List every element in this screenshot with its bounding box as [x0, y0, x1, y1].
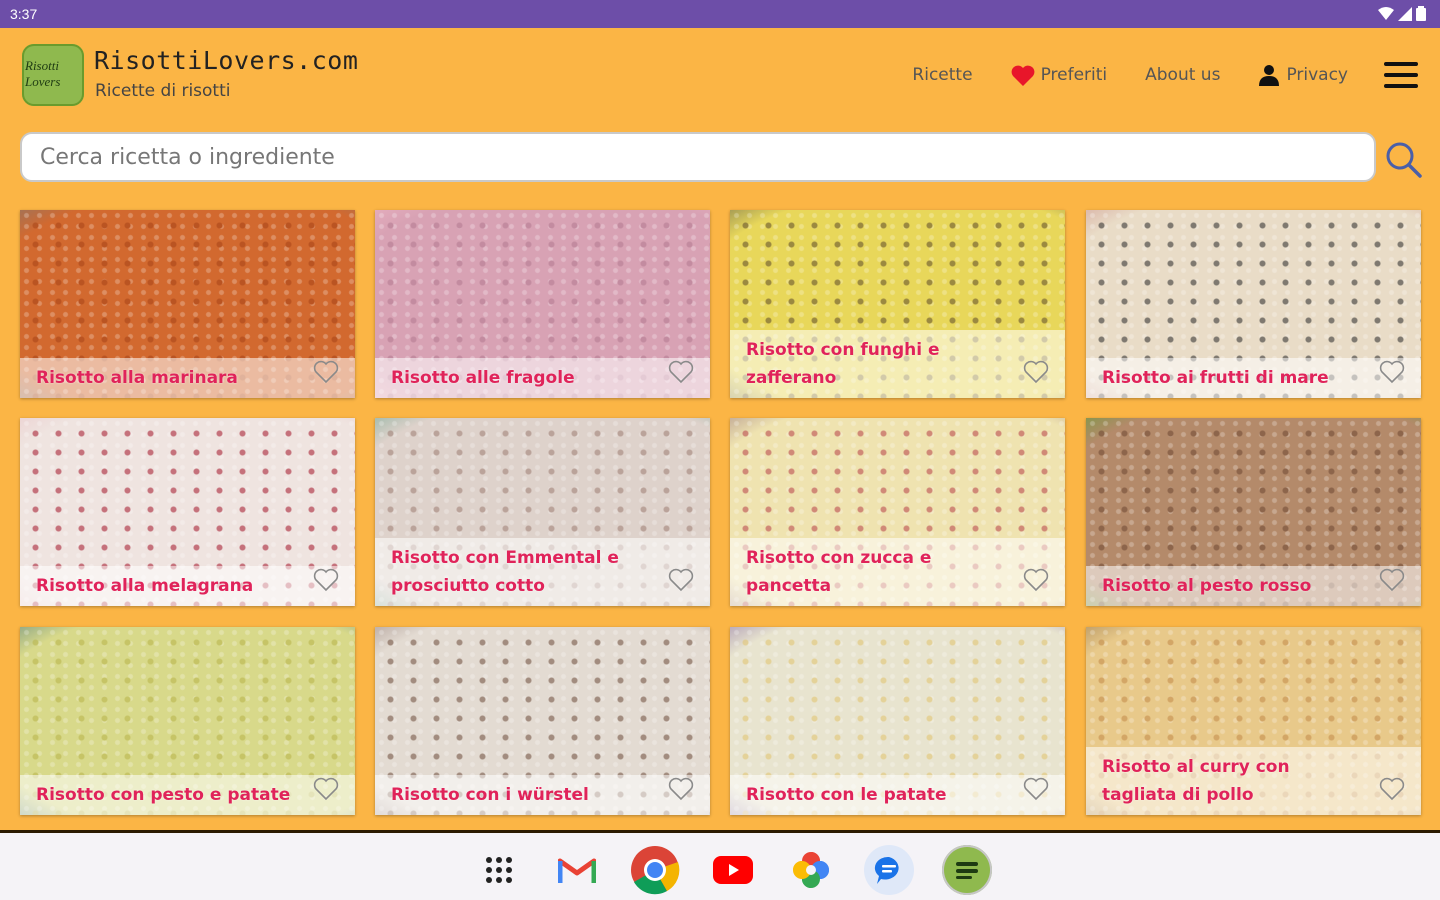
recipe-card[interactable]: Risotto con funghi e zafferano [730, 210, 1065, 398]
recipe-caption: Risotto alle fragole [375, 358, 710, 398]
nav-privacy[interactable]: Privacy [1258, 64, 1348, 86]
search-box [20, 132, 1376, 182]
youtube-icon[interactable] [708, 845, 758, 895]
hamburger-menu-icon[interactable] [1384, 62, 1418, 90]
signal-icon [1398, 6, 1412, 21]
recipe-caption: Risotto ai frutti di mare [1086, 358, 1421, 398]
recipe-title: Risotto con funghi e zafferano [746, 340, 940, 388]
recipe-caption: Risotto con i würstel [375, 775, 710, 815]
heart-icon [1011, 65, 1034, 86]
favorite-heart-icon[interactable] [1023, 360, 1049, 384]
recipe-card[interactable]: Risotto al pesto rosso [1086, 418, 1421, 606]
favorite-heart-icon[interactable] [313, 568, 339, 592]
recipe-title: Risotto con i würstel [391, 785, 589, 805]
recipe-title: Risotto al pesto rosso [1102, 576, 1312, 596]
status-icons [1378, 6, 1426, 21]
chrome-icon[interactable] [630, 845, 680, 895]
logo-text-line2: Lovers [25, 74, 61, 89]
recipe-caption: Risotto al curry con tagliata di pollo [1086, 747, 1421, 815]
recipe-card[interactable]: Risotto con zucca e pancetta [730, 418, 1065, 606]
favorite-heart-icon[interactable] [1379, 568, 1405, 592]
recipe-title: Risotto alle fragole [391, 368, 575, 388]
recipe-title: Risotto alla melagrana [36, 576, 254, 596]
favorite-heart-icon[interactable] [313, 777, 339, 801]
favorite-heart-icon[interactable] [1023, 568, 1049, 592]
risottilovers-app-icon[interactable] [942, 845, 992, 895]
recipe-title: Risotto con zucca e pancetta [746, 548, 932, 596]
recipe-title: Risotto con Emmental e prosciutto cotto [391, 548, 619, 596]
battery-icon [1416, 6, 1426, 21]
photos-icon[interactable] [786, 845, 836, 895]
recipe-caption: Risotto alla melagrana [20, 566, 355, 606]
recipe-card[interactable]: Risotto alla marinara [20, 210, 355, 398]
recipe-card[interactable]: Risotto alle fragole [375, 210, 710, 398]
favorite-heart-icon[interactable] [1379, 360, 1405, 384]
status-bar: 3:37 [0, 0, 1440, 28]
nav-favorites[interactable]: Preferiti [1011, 65, 1108, 86]
recipe-caption: Risotto al pesto rosso [1086, 566, 1421, 606]
recipe-title: Risotto al curry con tagliata di pollo [1102, 757, 1290, 805]
nav-favorites-label: Preferiti [1040, 65, 1108, 85]
status-time: 3:37 [10, 6, 38, 22]
recipe-card[interactable]: Risotto al curry con tagliata di pollo [1086, 627, 1421, 815]
recipe-title: Risotto con le patate [746, 785, 947, 805]
recipe-card[interactable]: Risotto con le patate [730, 627, 1065, 815]
nav-about-label: About us [1145, 65, 1221, 85]
site-subtitle: Ricette di risotti [95, 81, 231, 101]
favorite-heart-icon[interactable] [313, 360, 339, 384]
favorite-heart-icon[interactable] [1023, 777, 1049, 801]
nav-privacy-label: Privacy [1286, 65, 1348, 85]
recipe-card[interactable]: Risotto con pesto e patate [20, 627, 355, 815]
top-nav: Ricette Preferiti About us Privacy [912, 64, 1348, 86]
nav-about[interactable]: About us [1145, 65, 1220, 85]
recipe-card[interactable]: Risotto ai frutti di mare [1086, 210, 1421, 398]
nav-recipes-label: Ricette [912, 65, 973, 85]
gmail-icon[interactable] [552, 845, 602, 895]
recipe-card[interactable]: Risotto alla melagrana [20, 418, 355, 606]
user-icon [1259, 65, 1280, 86]
recipe-card[interactable]: Risotto con i würstel [375, 627, 710, 815]
search-input[interactable] [22, 134, 1374, 180]
favorite-heart-icon[interactable] [668, 568, 694, 592]
favorite-heart-icon[interactable] [1379, 777, 1405, 801]
wifi-icon [1378, 6, 1394, 20]
recipe-caption: Risotto con zucca e pancetta [730, 538, 1065, 606]
recipe-caption: Risotto con funghi e zafferano [730, 330, 1065, 398]
nav-recipes[interactable]: Ricette [912, 65, 972, 85]
favorite-heart-icon[interactable] [668, 777, 694, 801]
favorite-heart-icon[interactable] [668, 360, 694, 384]
recipe-caption: Risotto alla marinara [20, 358, 355, 398]
site-title[interactable]: RisottiLovers.com [94, 46, 358, 75]
recipe-caption: Risotto con pesto e patate [20, 775, 355, 815]
app-dock [474, 845, 992, 895]
site-logo[interactable]: Risotti Lovers [22, 44, 84, 106]
recipe-caption: Risotto con Emmental e prosciutto cotto [375, 538, 710, 606]
recipe-title: Risotto alla marinara [36, 368, 238, 388]
app-header: Risotti Lovers RisottiLovers.com Ricette… [0, 28, 1440, 128]
app-drawer-icon[interactable] [474, 845, 524, 895]
system-taskbar [0, 830, 1440, 900]
recipe-caption: Risotto con le patate [730, 775, 1065, 815]
messages-icon[interactable] [864, 845, 914, 895]
search-icon[interactable] [1384, 140, 1424, 180]
logo-text-line1: Risotti [25, 58, 59, 73]
recipe-card[interactable]: Risotto con Emmental e prosciutto cotto [375, 418, 710, 606]
recipe-title: Risotto ai frutti di mare [1102, 368, 1329, 388]
recipe-title: Risotto con pesto e patate [36, 785, 291, 805]
